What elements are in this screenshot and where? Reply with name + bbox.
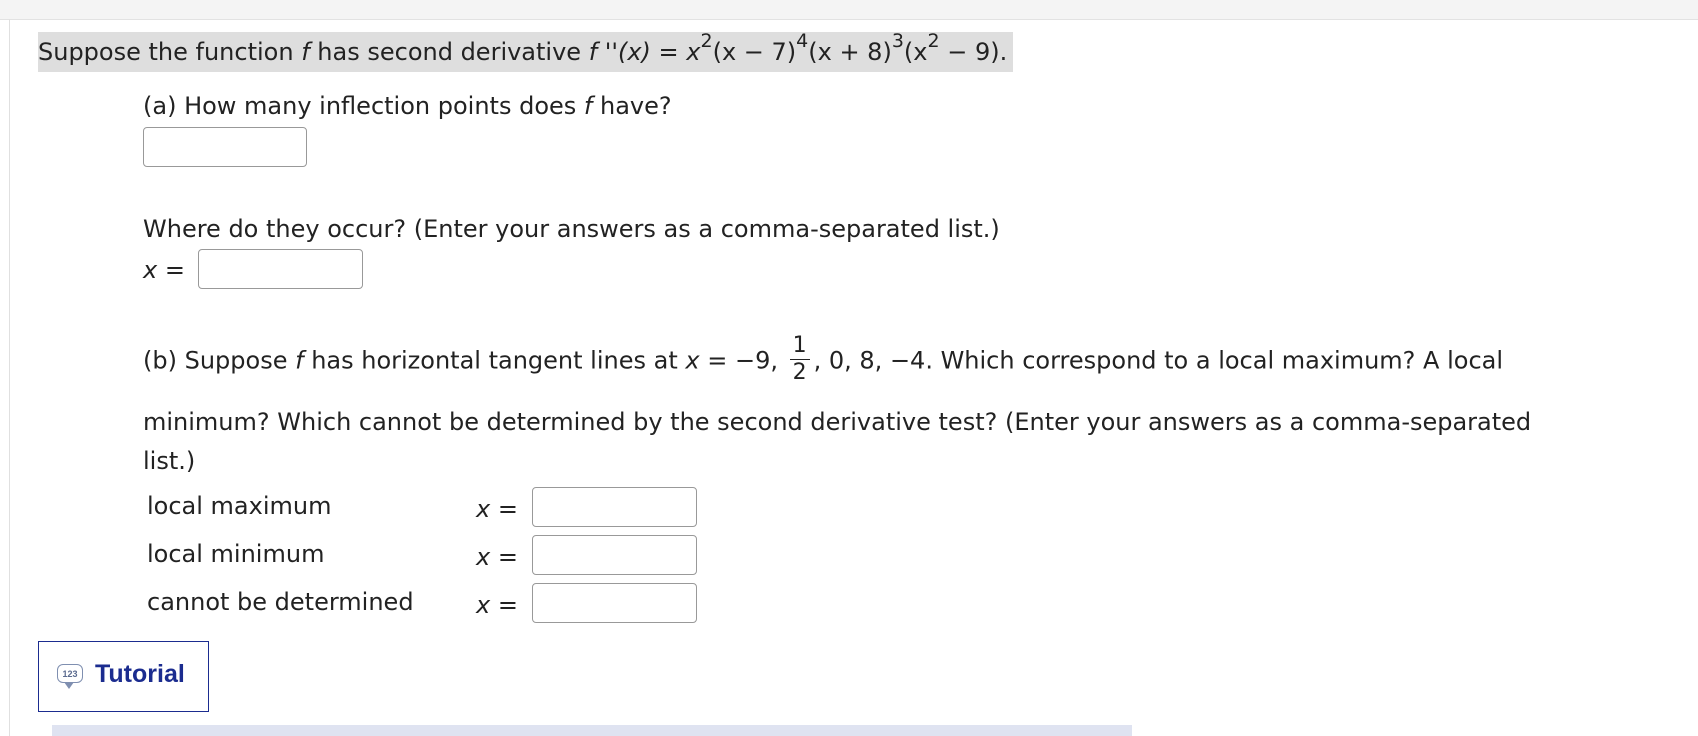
part-b-question-line1: (b) Suppose f has horizontal tangent lin… [143,333,1504,388]
part-b-text: (b) Suppose [143,346,288,375]
local-minimum-label: local minimum [147,540,325,568]
part-a-text: have? [600,92,672,120]
fraction-denominator: 2 [792,360,807,385]
local-minimum-input[interactable] [532,535,697,575]
top-bar [0,0,1698,20]
problem-statement: Suppose the function f has second deriva… [38,30,1014,72]
tutorial-label: Tutorial [95,660,185,688]
fraction-numerator: 1 [789,333,810,360]
function-name: f [301,38,310,66]
part-a-question: (a) How many inflection points does f ha… [143,92,672,120]
prompt-has-text: has second derivative [317,38,582,66]
factor: (x + 8) [808,38,892,66]
fraction-one-half: 12 [789,333,810,386]
part-b-text: has horizontal tangent lines at [311,346,678,375]
cannot-be-determined-label: cannot be determined [147,588,414,616]
local-maximum-input[interactable] [532,487,697,527]
tutorial-button[interactable]: 123 Tutorial [38,641,209,712]
part-a-text: (a) How many inflection points does [143,92,577,120]
critical-values: −9, [734,346,778,375]
inflection-count-input[interactable] [143,127,307,167]
left-border [9,19,10,736]
exponent: 4 [796,30,809,52]
critical-values: , 0, 8, −4. Which correspond to a local … [813,346,1504,375]
exponent: 3 [891,30,904,52]
part-b-question-line3: list.) [143,447,196,475]
x-equals-label: x = [476,591,518,619]
inflection-points-input[interactable] [198,249,363,289]
part-a-where-text: Where do they occur? (Enter your answers… [143,215,1000,243]
prompt-intro: Suppose the function [38,38,294,66]
x-equals-label: x = [143,256,185,284]
part-b-question-line2: minimum? Which cannot be determined by t… [143,408,1532,436]
exponent: 2 [927,30,940,52]
second-derivative-expr: f ''(x) = x [588,38,701,66]
x-equals-label: x = [476,543,518,571]
calculator-bubble-icon: 123 [57,664,83,689]
factor: (x [903,38,928,66]
local-maximum-label: local maximum [147,492,332,520]
cannot-be-determined-input[interactable] [532,583,697,623]
x-equals: x = [685,346,728,375]
bottom-bar [52,725,1132,736]
factor: − 9). [947,38,1008,66]
function-name: f [295,346,304,375]
x-equals-label: x = [476,495,518,523]
function-name: f [583,92,593,120]
exponent: 2 [700,30,713,52]
factor: (x − 7) [712,38,797,66]
